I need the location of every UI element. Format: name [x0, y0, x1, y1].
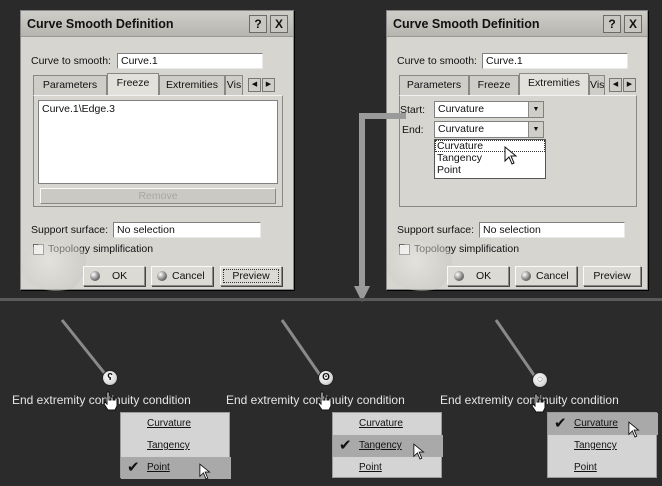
dropdown-option-tangency[interactable]: Tangency	[435, 152, 545, 164]
extremities-panel: Start: Curvature ▼ End: Curvature ▼ Curv…	[399, 95, 637, 207]
ok-label: OK	[476, 270, 492, 282]
remove-button[interactable]: Remove	[40, 188, 276, 204]
tab-vis[interactable]: Vis	[589, 75, 605, 95]
tab-parameters[interactable]: Parameters	[33, 75, 107, 95]
cancel-dot-icon	[157, 271, 167, 281]
ok-button[interactable]: OK	[83, 266, 145, 286]
cancel-dot-icon	[521, 271, 531, 281]
dropdown-option-curvature[interactable]: Curvature	[435, 140, 545, 152]
support-surface-label: Support surface:	[31, 224, 109, 236]
menu-item-tangency[interactable]: Tangency	[121, 435, 231, 457]
curve-smooth-dialog-freeze: Curve Smooth Definition ? X Curve to smo…	[20, 10, 294, 291]
start-combo[interactable]: Curvature ▼	[434, 101, 544, 118]
freeze-panel: Curve.1\Edge.3 Remove	[33, 95, 283, 207]
extremity-manipulator-icon[interactable]: ʘ	[318, 370, 334, 386]
section-divider	[0, 298, 662, 301]
mouse-cursor-icon	[413, 443, 425, 460]
end-value: Curvature	[438, 123, 485, 135]
checkmark-icon: ✔	[127, 459, 140, 476]
checkmark-icon: ✔	[554, 415, 567, 432]
extremity-manipulator-icon[interactable]: ◌	[532, 372, 548, 388]
curve-to-smooth-label: Curve to smooth:	[31, 55, 111, 67]
freeze-element-list[interactable]: Curve.1\Edge.3	[38, 100, 278, 184]
close-button[interactable]: X	[270, 15, 288, 33]
curve-to-smooth-field[interactable]: Curve.1	[117, 53, 263, 69]
curve-to-smooth-field[interactable]: Curve.1	[482, 53, 628, 69]
tab-vis[interactable]: Vis	[225, 75, 243, 95]
continuity-context-menu: Curvature Tangency ✔ Point	[120, 412, 231, 480]
end-combo[interactable]: Curvature ▼	[434, 121, 544, 138]
cancel-button[interactable]: Cancel	[515, 266, 577, 286]
cancel-label: Cancel	[172, 270, 205, 282]
menu-item-curvature[interactable]: Curvature	[121, 413, 231, 435]
chevron-down-icon[interactable]: ▼	[528, 122, 543, 137]
decor-sphere	[21, 241, 91, 291]
mouse-cursor-icon	[199, 463, 211, 480]
close-button[interactable]: X	[624, 15, 642, 33]
hand-cursor-icon	[531, 393, 546, 413]
menu-item-point[interactable]: Point	[548, 457, 658, 479]
dropdown-option-point[interactable]: Point	[435, 164, 545, 176]
viewport-strip: ʕ End extremity continuity condition Cur…	[0, 302, 662, 486]
mouse-cursor-icon	[504, 146, 518, 165]
continuity-context-menu: Curvature ✔ Tangency Point	[332, 412, 443, 478]
help-button[interactable]: ?	[249, 15, 267, 33]
cancel-label: Cancel	[536, 270, 569, 282]
ok-dot-icon	[90, 271, 100, 281]
start-value: Curvature	[438, 103, 485, 115]
help-button[interactable]: ?	[603, 15, 621, 33]
tab-freeze[interactable]: Freeze	[107, 73, 159, 95]
tab-parameters[interactable]: Parameters	[399, 75, 469, 95]
dialog-title: Curve Smooth Definition	[27, 17, 174, 31]
dialog-title: Curve Smooth Definition	[393, 17, 540, 31]
preview-button[interactable]: Preview	[220, 266, 282, 286]
curve-smooth-dialog-extremities: Curve Smooth Definition ? X Curve to smo…	[386, 10, 648, 291]
continuity-context-menu: ✔ Curvature Tangency Point	[547, 412, 658, 479]
ok-dot-icon	[454, 271, 464, 281]
chevron-down-icon[interactable]: ▼	[528, 102, 543, 117]
ok-button[interactable]: OK	[447, 266, 509, 286]
menu-item-point[interactable]: ✔ Point	[121, 457, 231, 479]
support-surface-field[interactable]: No selection	[113, 222, 261, 238]
hand-cursor-icon	[103, 391, 118, 411]
menu-item-curvature[interactable]: Curvature	[333, 413, 443, 435]
dialog-titlebar[interactable]: Curve Smooth Definition ? X	[387, 11, 647, 37]
tab-scroll-left-icon[interactable]: ◀	[609, 78, 622, 92]
tab-extremities[interactable]: Extremities	[159, 75, 225, 95]
checkmark-icon: ✔	[339, 437, 352, 454]
preview-button[interactable]: Preview	[583, 266, 641, 286]
tab-scroll-right-icon[interactable]: ▶	[623, 78, 636, 92]
tab-scroll-right-icon[interactable]: ▶	[262, 78, 275, 92]
extremity-manipulator-icon[interactable]: ʕ	[102, 370, 118, 386]
ok-label: OK	[112, 270, 128, 282]
end-dropdown-list[interactable]: Curvature Tangency Point	[434, 139, 546, 179]
connector-arrow	[354, 113, 406, 302]
curve-to-smooth-label: Curve to smooth:	[397, 55, 477, 67]
cancel-button[interactable]: Cancel	[151, 266, 213, 286]
tab-scroll-left-icon[interactable]: ◀	[248, 78, 261, 92]
mouse-cursor-icon	[628, 421, 640, 438]
list-item[interactable]: Curve.1\Edge.3	[42, 103, 274, 115]
tab-freeze[interactable]: Freeze	[469, 75, 519, 95]
support-surface-field[interactable]: No selection	[479, 222, 625, 238]
dialog-titlebar[interactable]: Curve Smooth Definition ? X	[21, 11, 293, 37]
hand-cursor-icon	[317, 391, 332, 411]
tab-extremities[interactable]: Extremities	[519, 73, 589, 95]
